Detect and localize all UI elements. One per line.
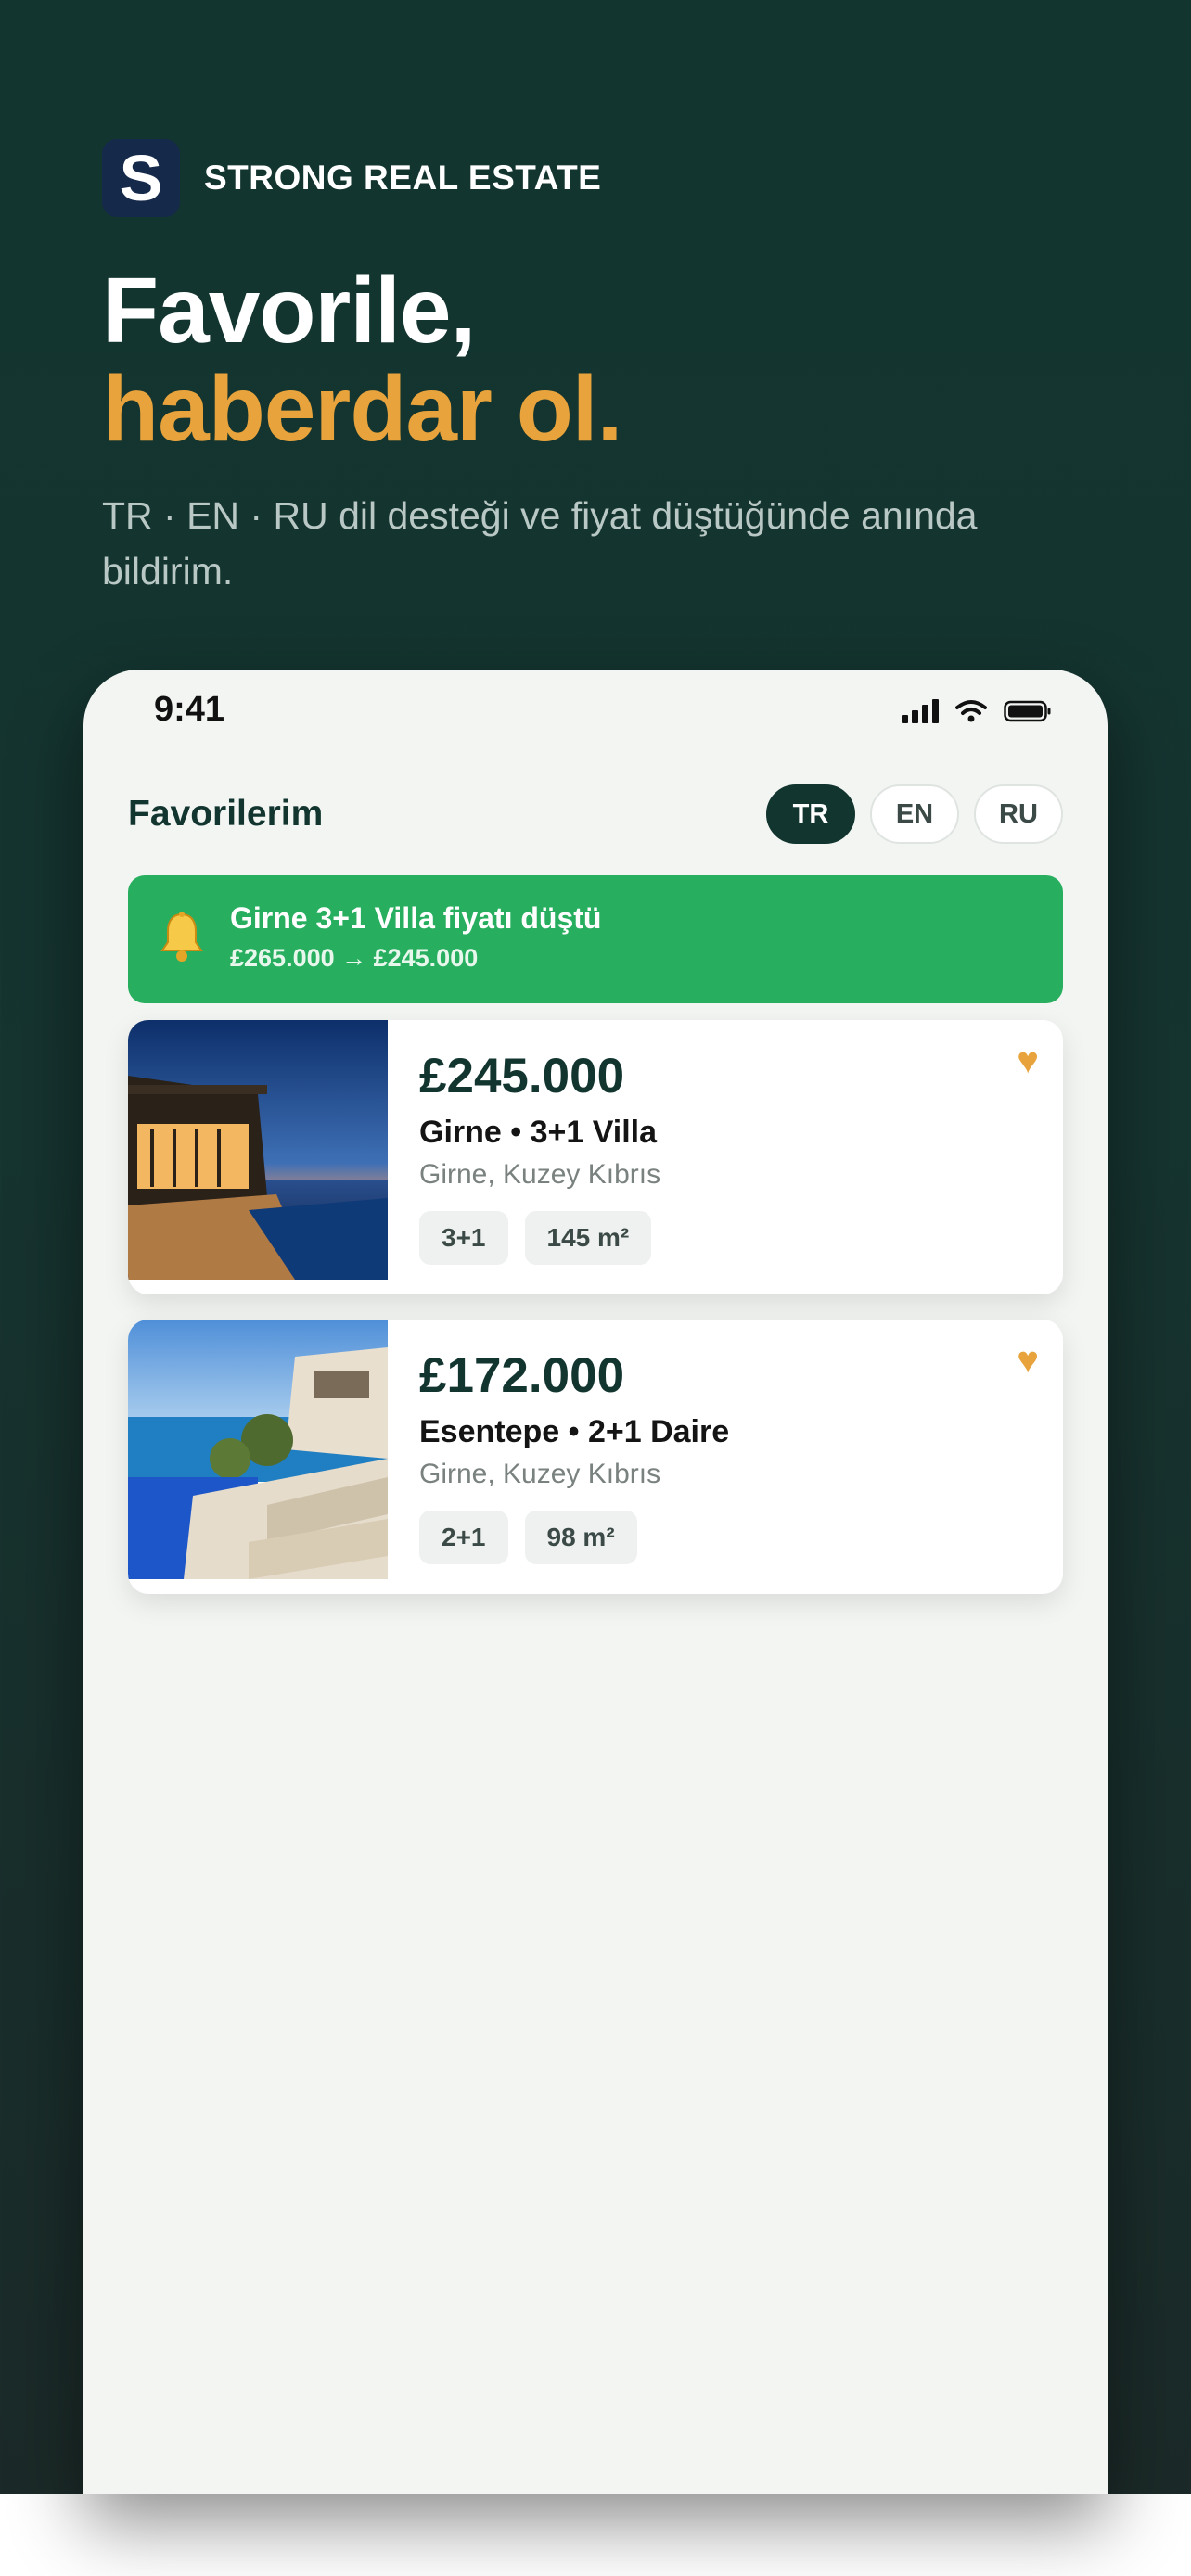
listing-tags: 3+1 145 m²	[419, 1211, 652, 1265]
price-drop-notification[interactable]: Girne 3+1 Villa fiyatı düştü £265.000 → …	[128, 875, 1063, 1003]
status-icons	[902, 699, 1052, 723]
notification-title: Girne 3+1 Villa fiyatı düştü	[230, 901, 602, 935]
lang-en-button[interactable]: EN	[870, 784, 959, 844]
listing-card[interactable]: £172.000 Esentepe • 2+1 Daire Girne, Kuz…	[128, 1320, 1063, 1594]
phone-mockup: 9:41 Favorilerim TR EN RU Girne 3+1 Vill…	[83, 670, 1108, 2494]
listing-photo-villa	[128, 1020, 388, 1280]
listing-title: Girne • 3+1 Villa	[419, 1115, 658, 1150]
rooms-tag: 2+1	[419, 1511, 508, 1564]
listing-tags: 2+1 98 m²	[419, 1511, 637, 1564]
area-tag: 145 m²	[524, 1211, 652, 1265]
brand-logo: S	[102, 139, 180, 217]
bell-icon	[160, 912, 203, 962]
listing-location: Girne, Kuzey Kıbrıs	[419, 1459, 661, 1489]
brand-header: S STRONG REAL ESTATE	[102, 139, 601, 217]
signal-icon	[902, 699, 939, 723]
heart-icon[interactable]: ♥	[1017, 1040, 1039, 1082]
wifi-icon	[955, 700, 987, 722]
rooms-tag: 3+1	[419, 1211, 508, 1265]
listing-card[interactable]: £245.000 Girne • 3+1 Villa Girne, Kuzey …	[128, 1020, 1063, 1294]
hero-title-line2: haberdar ol.	[102, 357, 622, 461]
area-tag: 98 m²	[524, 1511, 637, 1564]
lang-ru-button[interactable]: RU	[974, 784, 1063, 844]
status-time: 9:41	[154, 690, 225, 729]
lang-tr-button[interactable]: TR	[766, 784, 855, 844]
listing-price: £172.000	[419, 1348, 625, 1403]
heart-icon[interactable]: ♥	[1017, 1340, 1039, 1382]
favorites-title: Favorilerim	[128, 794, 324, 834]
listing-price: £245.000	[419, 1049, 625, 1103]
hero-subtitle: TR · EN · RU dil desteği ve fiyat düştüğ…	[102, 494, 978, 593]
brand-name: STRONG REAL ESTATE	[204, 159, 602, 197]
listing-title: Esentepe • 2+1 Daire	[419, 1414, 730, 1449]
listing-location: Girne, Kuzey Kıbrıs	[419, 1159, 661, 1190]
hero-title: Favorile, haberdar ol.	[102, 259, 622, 461]
battery-icon	[1004, 700, 1051, 722]
hero-title-line1: Favorile,	[102, 259, 476, 363]
listing-photo-apartment	[128, 1320, 388, 1579]
language-switcher: TR EN RU	[766, 784, 1063, 844]
notification-price-change: £265.000 → £245.000	[230, 944, 479, 972]
